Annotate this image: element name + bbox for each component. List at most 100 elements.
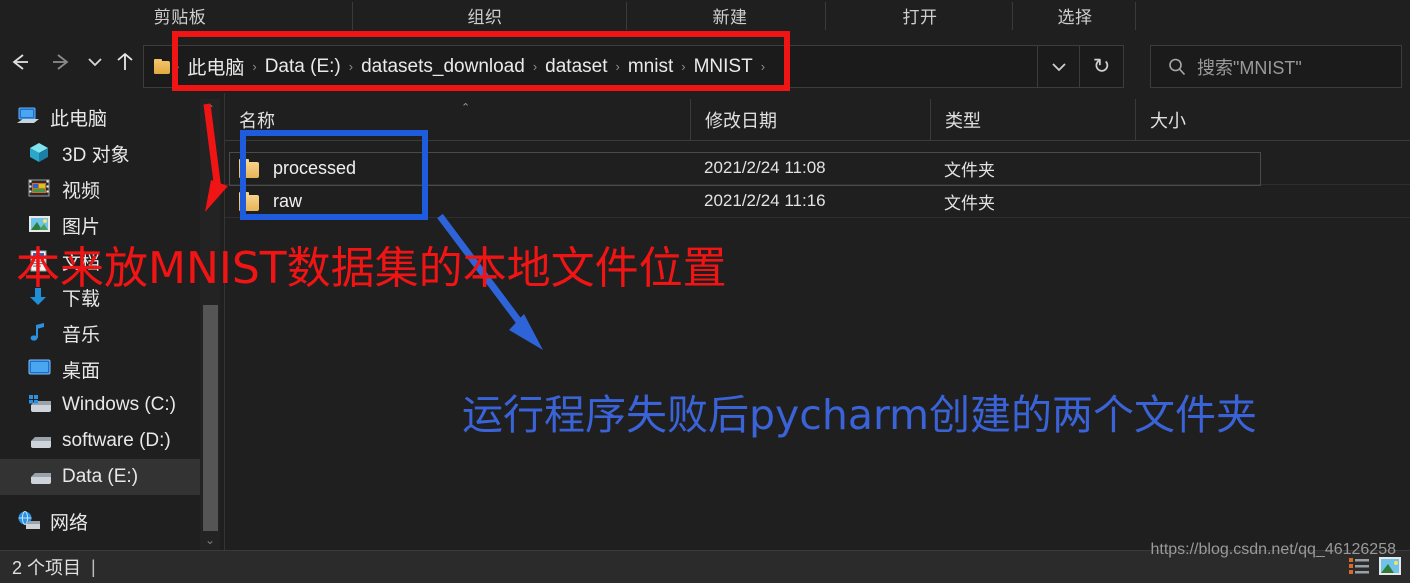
sidebar-item-desktop[interactable]: 桌面 — [0, 351, 200, 387]
sidebar-item-label: 3D 对象 — [62, 144, 130, 166]
sidebar-item-3d-objects[interactable]: 3D 对象 — [0, 135, 200, 171]
address-bar[interactable]: › 此电脑 › Data (E:) › datasets_download › … — [143, 45, 1038, 88]
refresh-button[interactable]: ↻ — [1080, 45, 1124, 88]
ribbon-group-select[interactable]: 选择 — [1016, 0, 1134, 31]
blue-annotation-text: 运行程序失败后pycharm创建的两个文件夹 — [462, 391, 1258, 439]
folder-icon — [239, 191, 261, 211]
item-count-label: 2 个项目 — [12, 558, 82, 578]
thumbnail-view-icon[interactable] — [1378, 556, 1402, 581]
ribbon-group-open[interactable]: 打开 — [830, 0, 1010, 31]
status-divider: | — [91, 556, 96, 577]
cell-name: raw — [225, 185, 690, 218]
ribbon-group-organize[interactable]: 组织 — [380, 0, 590, 31]
watermark-text: https://blog.csdn.net/qq_46126258 — [1150, 541, 1396, 558]
videos-icon — [28, 178, 52, 200]
column-header-name[interactable]: 名称 ⌃ — [225, 99, 690, 141]
scroll-up-button[interactable]: ⌃ — [200, 99, 220, 119]
breadcrumb-item-dataset[interactable]: dataset — [539, 56, 613, 78]
scroll-down-button[interactable]: ⌄ — [200, 530, 220, 550]
ribbon-separator — [825, 2, 826, 30]
list-view-icon[interactable] — [1348, 556, 1370, 581]
sidebar-item-windows-c[interactable]: Windows (C:) — [0, 387, 200, 423]
search-icon — [1169, 58, 1186, 75]
breadcrumb-separator[interactable]: › — [531, 59, 539, 74]
column-header-type[interactable]: 类型 — [930, 98, 1135, 141]
sidebar-item-label: 视频 — [62, 180, 101, 202]
breadcrumb: › 此电脑 › Data (E:) › datasets_download › … — [173, 46, 767, 87]
sidebar-item-label: 此电脑 — [50, 108, 108, 130]
cell-modified: 2021/2/24 11:16 — [704, 191, 826, 210]
column-header-size[interactable]: 大小 — [1135, 98, 1259, 141]
chevron-down-icon — [88, 58, 102, 67]
sidebar-item-this-pc[interactable]: 此电脑 — [0, 99, 200, 135]
sidebar-item-label: 音乐 — [62, 324, 101, 346]
breadcrumb-separator[interactable]: › — [759, 59, 767, 74]
cell-name: processed — [225, 152, 690, 185]
refresh-icon: ↻ — [1092, 55, 1111, 78]
ribbon-group-label: 选择 — [1057, 8, 1093, 27]
sidebar-item-label: 桌面 — [62, 360, 101, 382]
view-mode-buttons — [1348, 556, 1402, 581]
chevron-down-icon — [1051, 62, 1066, 71]
folder-icon — [154, 59, 171, 74]
sidebar-item-videos[interactable]: 视频 — [0, 171, 200, 207]
navigation-pane-scrollbar[interactable]: ⌃ ⌄ — [200, 99, 220, 550]
cell-size — [1135, 185, 1259, 218]
ribbon-separator — [352, 2, 353, 30]
scrollbar-thumb[interactable] — [203, 305, 218, 531]
breadcrumb-item-MNIST[interactable]: MNIST — [688, 56, 759, 78]
file-list: 名称 ⌃ 修改日期 类型 大小 processed 2021/2/24 11:0… — [225, 98, 1410, 550]
up-button[interactable] — [108, 44, 142, 80]
table-row[interactable]: raw 2021/2/24 11:16 文件夹 — [225, 185, 1410, 218]
table-row[interactable]: processed 2021/2/24 11:08 文件夹 — [225, 152, 1410, 186]
sidebar-item-music[interactable]: 音乐 — [0, 315, 200, 351]
navigation-pane: 此电脑 3D 对象 视频 图片 文档 下载 音乐 桌面 Windows (C:)… — [0, 99, 200, 550]
sidebar-item-network[interactable]: 网络 — [0, 503, 200, 539]
sidebar-item-label: 网络 — [50, 512, 89, 534]
drive-icon — [28, 430, 52, 452]
ribbon-group-label: 打开 — [902, 8, 938, 27]
breadcrumb-separator[interactable]: › — [250, 59, 258, 74]
recent-locations-button[interactable] — [78, 44, 112, 80]
column-header-label: 名称 — [239, 110, 275, 131]
breadcrumb-separator[interactable]: › — [614, 59, 622, 74]
music-icon — [28, 322, 52, 344]
forward-button[interactable] — [42, 44, 76, 80]
cell-type: 文件夹 — [944, 160, 995, 180]
file-explorer-window: 剪贴板 组织 新建 打开 选择 › 此电脑 › Data (E:) › data… — [0, 0, 1410, 583]
breadcrumb-item-data-e[interactable]: Data (E:) — [259, 56, 347, 78]
red-annotation-text: 本来放MNIST数据集的本地文件位置 — [16, 243, 727, 294]
breadcrumb-separator: › — [175, 59, 180, 74]
breadcrumb-item-this-pc[interactable]: 此电脑 — [181, 53, 250, 80]
ribbon-group-label: 剪贴板 — [153, 8, 207, 27]
column-header-label: 类型 — [945, 110, 981, 131]
ribbon-group-labels: 剪贴板 组织 新建 打开 选择 — [0, 0, 1410, 31]
address-dropdown-button[interactable] — [1038, 45, 1080, 88]
ribbon-group-label: 新建 — [712, 8, 748, 27]
back-button[interactable] — [3, 44, 37, 80]
file-name: processed — [273, 157, 357, 178]
folder-icon — [239, 158, 261, 178]
breadcrumb-item-datasets-download[interactable]: datasets_download — [355, 56, 531, 78]
column-header-modified[interactable]: 修改日期 — [690, 98, 930, 141]
search-box[interactable]: 搜索"MNIST" — [1150, 45, 1402, 88]
cell-size — [1135, 152, 1259, 185]
breadcrumb-item-mnist[interactable]: mnist — [622, 56, 679, 78]
this-pc-icon — [16, 106, 40, 128]
arrow-right-icon — [53, 54, 69, 70]
arrow-up-icon — [117, 52, 133, 70]
sidebar-item-software-d[interactable]: software (D:) — [0, 423, 200, 459]
drive-windows-icon — [28, 394, 52, 416]
ribbon-group-new[interactable]: 新建 — [640, 0, 820, 31]
search-placeholder: 搜索"MNIST" — [1197, 57, 1302, 78]
sidebar-item-label: Windows (C:) — [62, 394, 177, 415]
sidebar-item-data-e[interactable]: Data (E:) — [0, 459, 200, 495]
breadcrumb-separator[interactable]: › — [679, 59, 687, 74]
desktop-icon — [28, 358, 52, 380]
network-icon — [16, 510, 40, 532]
ribbon-separator — [626, 2, 627, 30]
breadcrumb-separator[interactable]: › — [347, 59, 355, 74]
arrow-left-icon — [12, 54, 28, 70]
ribbon-group-label: 组织 — [467, 8, 503, 27]
ribbon-group-clipboard[interactable]: 剪贴板 — [100, 0, 260, 31]
